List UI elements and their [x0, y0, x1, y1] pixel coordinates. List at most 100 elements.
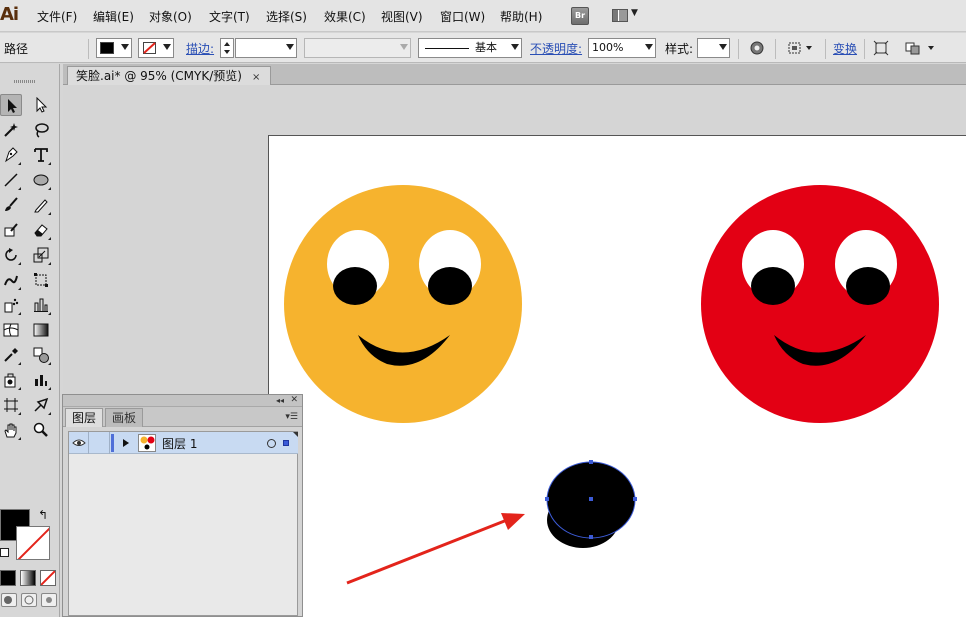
graphic-style-dropdown[interactable]: [697, 38, 730, 58]
hand-tool[interactable]: [0, 419, 22, 441]
direct-selection-tool[interactable]: [30, 94, 52, 116]
menu-select[interactable]: 选择(S): [266, 8, 307, 25]
close-tab-icon[interactable]: ×: [252, 72, 260, 83]
transform-link[interactable]: 变换: [833, 40, 857, 57]
menu-effect[interactable]: 效果(C): [324, 8, 366, 25]
tab-artboards[interactable]: 画板: [105, 408, 144, 427]
layers-panel-tabs: 图层 画板 ▾☰: [63, 407, 302, 427]
artboard-tool[interactable]: [0, 394, 22, 416]
paintbrush-tool[interactable]: [0, 194, 22, 216]
eye-icon: [72, 439, 86, 446]
opacity-link[interactable]: 不透明度:: [530, 40, 582, 57]
stroke-color-dropdown[interactable]: [138, 38, 174, 58]
gradient-tool[interactable]: [30, 319, 52, 341]
default-fill-stroke-icon[interactable]: [0, 548, 9, 557]
column-graph-tool[interactable]: [30, 294, 52, 316]
free-transform-tool[interactable]: [30, 269, 52, 291]
pencil-tool[interactable]: [30, 194, 52, 216]
blob-brush-tool[interactable]: [0, 219, 22, 241]
layers-list: 图层 1: [68, 431, 298, 616]
warp-tool[interactable]: [0, 269, 22, 291]
tab-layers[interactable]: 图层: [65, 408, 104, 427]
draw-behind-icon[interactable]: [21, 593, 37, 607]
align-to-selection-icon[interactable]: [787, 40, 815, 56]
pen-tool[interactable]: [0, 144, 22, 166]
ellipse-tool[interactable]: [30, 169, 52, 191]
slice-tool[interactable]: [30, 394, 52, 416]
symbol-sprayer-tool[interactable]: [0, 294, 22, 316]
layer-selection-indicator[interactable]: [283, 440, 289, 446]
rotate-tool[interactable]: [0, 244, 22, 266]
stroke-link[interactable]: 描边:: [186, 40, 214, 57]
anchor-point: [589, 460, 593, 464]
layer-color-bar: [111, 434, 114, 452]
arrange-documents-icon[interactable]: [904, 40, 936, 56]
bridge-button[interactable]: Br: [571, 7, 589, 25]
document-tab-bar: 笑脸.ai* @ 95% (CMYK/预览) ×: [63, 64, 966, 86]
draw-normal-icon[interactable]: [1, 593, 17, 607]
selected-pupil-shape[interactable]: [545, 460, 637, 548]
eraser-tool[interactable]: [30, 219, 52, 241]
layer-target-icon[interactable]: [267, 439, 276, 448]
stroke-weight-stepper[interactable]: [220, 38, 234, 58]
symbol-tool[interactable]: [0, 369, 22, 391]
gradient-mode-icon[interactable]: [20, 570, 36, 586]
menu-object[interactable]: 对象(O): [149, 8, 192, 25]
isolate-selected-icon[interactable]: [873, 40, 891, 56]
artwork-canvas[interactable]: [269, 136, 966, 617]
red-smiley-face[interactable]: [701, 185, 939, 423]
draw-inside-icon[interactable]: [41, 593, 57, 607]
menu-file[interactable]: 文件(F): [37, 8, 77, 25]
color-mode-icon[interactable]: [0, 570, 16, 586]
layers-panel-titlebar[interactable]: ◂◂ ✕: [63, 395, 302, 407]
none-mode-icon[interactable]: [40, 570, 56, 586]
right-pupil: [846, 267, 890, 305]
opacity-input[interactable]: 100%: [588, 38, 656, 58]
layer-row[interactable]: 图层 1: [69, 432, 298, 454]
app-logo: Ai: [0, 4, 19, 25]
document-tab[interactable]: 笑脸.ai* @ 95% (CMYK/预览) ×: [67, 66, 272, 86]
close-panel-icon[interactable]: ✕: [290, 395, 298, 406]
menu-view[interactable]: 视图(V): [381, 8, 423, 25]
artboard[interactable]: [268, 135, 966, 617]
anchor-point: [545, 497, 549, 501]
eyedropper-tool[interactable]: [0, 344, 22, 366]
panel-menu-icon[interactable]: ▾☰: [285, 412, 298, 422]
menu-edit[interactable]: 编辑(E): [93, 8, 134, 25]
menu-type[interactable]: 文字(T): [209, 8, 250, 25]
selection-mode-label: 路径: [4, 42, 29, 56]
menu-window[interactable]: 窗口(W): [440, 8, 485, 25]
stroke-color-swatch[interactable]: [16, 526, 50, 560]
visibility-toggle[interactable]: [69, 432, 89, 454]
type-tool[interactable]: [30, 144, 52, 166]
variable-width-dropdown[interactable]: [304, 38, 411, 58]
collapse-panel-icon[interactable]: ◂◂: [276, 395, 284, 406]
center-point: [589, 497, 593, 501]
recolor-artwork-icon[interactable]: [749, 40, 767, 56]
orange-face-circle: [284, 185, 522, 423]
expand-layer-icon[interactable]: [123, 439, 129, 447]
menu-help[interactable]: 帮助(H): [500, 8, 542, 25]
selection-tool[interactable]: [0, 94, 22, 116]
orange-smiley-face[interactable]: [284, 185, 522, 423]
scale-tool[interactable]: [30, 244, 52, 266]
layer-thumbnail: [138, 434, 156, 452]
tools-panel: ↰: [0, 64, 60, 617]
stroke-weight-input[interactable]: [235, 38, 297, 58]
lasso-tool[interactable]: [30, 119, 52, 141]
lock-toggle[interactable]: [89, 432, 110, 454]
workspace-switcher-icon[interactable]: ▼: [612, 8, 640, 24]
blend-tool[interactable]: [30, 344, 52, 366]
panel-grip[interactable]: [14, 80, 36, 83]
magic-wand-tool[interactable]: [0, 119, 22, 141]
mesh-tool[interactable]: [0, 319, 22, 341]
graph-tool[interactable]: [30, 369, 52, 391]
layer-name[interactable]: 图层 1: [162, 435, 197, 452]
fill-color-dropdown[interactable]: [96, 38, 132, 58]
swap-fill-stroke-icon[interactable]: ↰: [38, 508, 48, 522]
zoom-tool[interactable]: [30, 419, 52, 441]
brush-definition-dropdown[interactable]: 基本: [418, 38, 522, 58]
right-pupil: [428, 267, 472, 305]
line-segment-tool[interactable]: [0, 169, 22, 191]
opacity-value: 100%: [592, 41, 624, 54]
